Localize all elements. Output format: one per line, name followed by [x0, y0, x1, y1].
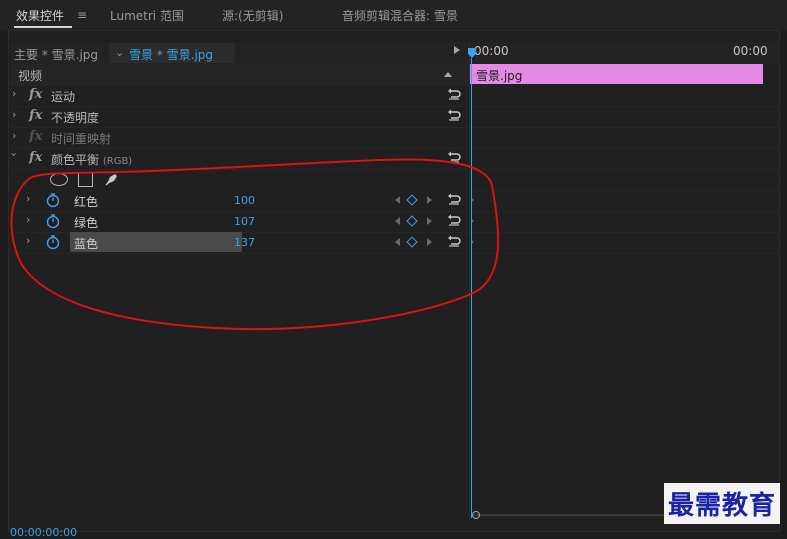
chevron-right-icon[interactable]: › [12, 87, 16, 100]
fx-toggle-icon[interactable]: fx [29, 108, 42, 123]
effect-label: 运动 [51, 90, 76, 104]
keyframe-lane[interactable] [470, 127, 780, 149]
keyframe-lane[interactable] [470, 106, 780, 128]
clip-breadcrumb: 主要 * 雪景.jpg ⌄ 雪景 * 雪景.jpg [10, 42, 469, 64]
reset-icon[interactable] [447, 213, 461, 227]
tab-source[interactable]: 源:(无剪辑) [222, 7, 283, 24]
next-keyframe-icon[interactable] [427, 217, 432, 225]
video-section-header: 视频 [10, 64, 469, 86]
add-keyframe-icon[interactable] [406, 215, 418, 227]
scroll-handle[interactable] [472, 511, 480, 519]
param-value[interactable]: 107 [234, 215, 255, 228]
param-value[interactable]: 137 [234, 236, 255, 249]
sequence-clip-selector[interactable]: ⌄ 雪景 * 雪景.jpg [109, 43, 235, 63]
next-keyframe-icon[interactable] [427, 196, 432, 204]
chevron-down-icon: ⌄ [115, 46, 125, 59]
timeline-clip-label: 雪景.jpg [476, 69, 523, 83]
tab-effect-controls[interactable]: 效果控件 [16, 7, 64, 24]
param-row-red[interactable]: › 红色 100 › [10, 190, 474, 212]
stopwatch-icon[interactable] [45, 192, 61, 208]
reset-icon[interactable] [447, 234, 461, 248]
param-label: 红色 [74, 195, 99, 209]
fx-toggle-icon[interactable]: fx [29, 150, 42, 165]
param-row-green[interactable]: › 绿色 107 › [10, 211, 474, 233]
master-clip-label[interactable]: 主要 * 雪景.jpg [14, 46, 98, 63]
play-only-icon[interactable] [454, 46, 460, 54]
next-keyframe-icon[interactable] [427, 238, 432, 246]
stopwatch-icon[interactable] [45, 234, 61, 250]
param-label: 绿色 [74, 216, 99, 230]
keyframe-lane[interactable] [470, 85, 780, 107]
effect-row-color-balance[interactable]: › fx 颜色平衡 (RGB) [8, 148, 469, 170]
reset-icon[interactable] [447, 87, 461, 101]
effect-row-time-remapping[interactable]: › fx 时间重映射 [10, 127, 469, 149]
current-timecode[interactable]: 00:00:00:00 [10, 526, 77, 539]
chevron-right-icon[interactable]: › [26, 213, 30, 226]
prev-keyframe-icon[interactable] [395, 238, 400, 246]
effect-label: 颜色平衡 (RGB) [51, 151, 132, 168]
playhead-line[interactable] [471, 58, 472, 518]
add-keyframe-icon[interactable] [406, 236, 418, 248]
reset-icon[interactable] [447, 108, 461, 122]
timeline-clip[interactable]: 雪景.jpg [470, 64, 763, 84]
prev-keyframe-icon[interactable] [395, 196, 400, 204]
param-label-box: 绿色 [70, 211, 242, 231]
param-value[interactable]: 100 [234, 194, 255, 207]
effect-label: 不透明度 [51, 111, 100, 125]
fx-toggle-icon: fx [29, 129, 43, 144]
video-section-label: 视频 [18, 69, 43, 83]
param-label-box: 红色 [70, 190, 242, 210]
param-label: 蓝色 [74, 237, 99, 251]
add-keyframe-icon[interactable] [406, 194, 418, 206]
keyframe-lane[interactable] [470, 232, 780, 254]
fx-toggle-icon[interactable]: fx [29, 87, 42, 102]
tab-audio-clip-mixer[interactable]: 音频剪辑混合器: 雪景 [342, 7, 458, 24]
ruler-end-time: 00:00 [733, 44, 768, 58]
param-label-box-selected: 蓝色 [70, 232, 242, 252]
prev-keyframe-icon[interactable] [395, 217, 400, 225]
chevron-right-icon[interactable]: › [26, 192, 30, 205]
keyframe-lane[interactable] [470, 190, 780, 212]
param-row-blue[interactable]: › 蓝色 137 › [10, 232, 474, 254]
pen-mask-icon[interactable] [104, 171, 120, 187]
collapse-up-icon[interactable] [444, 72, 452, 77]
sequence-clip-label: 雪景 * 雪景.jpg [129, 48, 214, 62]
reset-icon[interactable] [447, 150, 461, 164]
chevron-right-icon[interactable]: › [12, 108, 16, 121]
ellipse-mask-icon[interactable] [50, 173, 68, 186]
tab-lumetri-scopes[interactable]: Lumetri 范围 [110, 7, 184, 24]
ruler-start-time: 00:00 [474, 44, 509, 58]
mask-tools-row [10, 169, 469, 190]
chevron-down-icon[interactable]: › [8, 152, 21, 156]
color-balance-subtitle: (RGB) [102, 156, 133, 167]
watermark-logo: 最需教育 [664, 483, 781, 524]
keyframe-lane[interactable] [470, 211, 780, 233]
effect-row-motion[interactable]: › fx 运动 [10, 85, 469, 107]
stopwatch-icon[interactable] [45, 213, 61, 229]
reset-icon[interactable] [447, 192, 461, 206]
color-balance-name: 颜色平衡 [51, 153, 100, 167]
effect-label: 时间重映射 [51, 132, 112, 146]
effect-row-opacity[interactable]: › fx 不透明度 [10, 106, 469, 128]
keyframe-lane[interactable] [470, 148, 780, 170]
active-tab-indicator [14, 26, 72, 28]
keyframe-lane[interactable] [470, 169, 780, 191]
rectangle-mask-icon[interactable] [78, 172, 93, 187]
chevron-right-icon[interactable]: › [12, 129, 16, 142]
chevron-right-icon[interactable]: › [26, 234, 30, 247]
panel-menu-icon[interactable]: ≡ [77, 8, 87, 22]
